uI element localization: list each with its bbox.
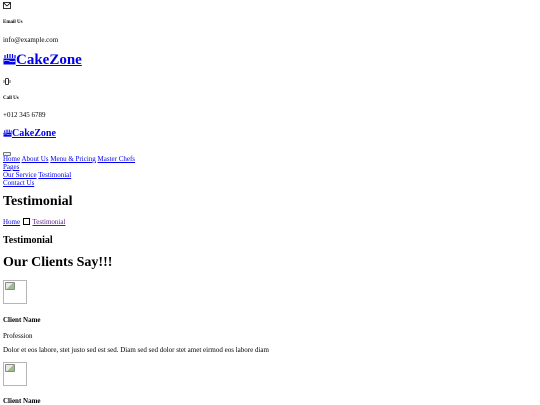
breadcrumb: Home Testimonial (3, 218, 65, 226)
nav-master-chefs[interactable]: Master Chefs (98, 155, 136, 163)
client-avatar-image (3, 280, 27, 304)
envelope-icon (3, 2, 11, 11)
cake-icon (3, 53, 16, 70)
page-title: Testimonial (3, 194, 73, 209)
phone-value: +012 345 6789 (3, 111, 46, 119)
client-profession: Profession (3, 332, 33, 340)
section-title: Our Clients Say!!! (3, 255, 113, 270)
breadcrumb-home[interactable]: Home (3, 218, 20, 226)
nav-menu-pricing[interactable]: Menu & Pricing (50, 155, 96, 163)
brand-name: CakeZone (12, 128, 56, 139)
nav-home[interactable]: Home (3, 155, 20, 163)
client-name: Client Name (3, 316, 41, 324)
nav-our-service[interactable]: Our Service (3, 171, 37, 179)
email-label: Email Us (3, 20, 23, 25)
client-name: Client Name (3, 397, 41, 405)
breadcrumb-current[interactable]: Testimonial (32, 218, 65, 226)
nav-testimonial[interactable]: Testimonial (38, 171, 71, 179)
breadcrumb-separator-icon (22, 218, 30, 225)
email-value: info@example.com (3, 36, 59, 44)
navbar-brand-link[interactable]: CakeZone (3, 128, 56, 140)
main-nav: Home About Us Menu & Pricing Master Chef… (3, 155, 135, 187)
phone-label: Call Us (3, 96, 19, 101)
phone-vibrate-icon (3, 78, 11, 87)
testimonial-text: Dolor et eos labore, stet justo sed est … (3, 346, 269, 354)
section-subtitle: Testimonial (3, 235, 53, 246)
nav-contact[interactable]: Contact Us (3, 179, 34, 187)
cake-icon (3, 129, 12, 140)
nav-pages[interactable]: Pages (3, 163, 19, 171)
brand-logo-link[interactable]: CakeZone (3, 52, 82, 70)
nav-about[interactable]: About Us (21, 155, 48, 163)
brand-name: CakeZone (16, 52, 82, 68)
client-avatar-image (3, 362, 27, 386)
